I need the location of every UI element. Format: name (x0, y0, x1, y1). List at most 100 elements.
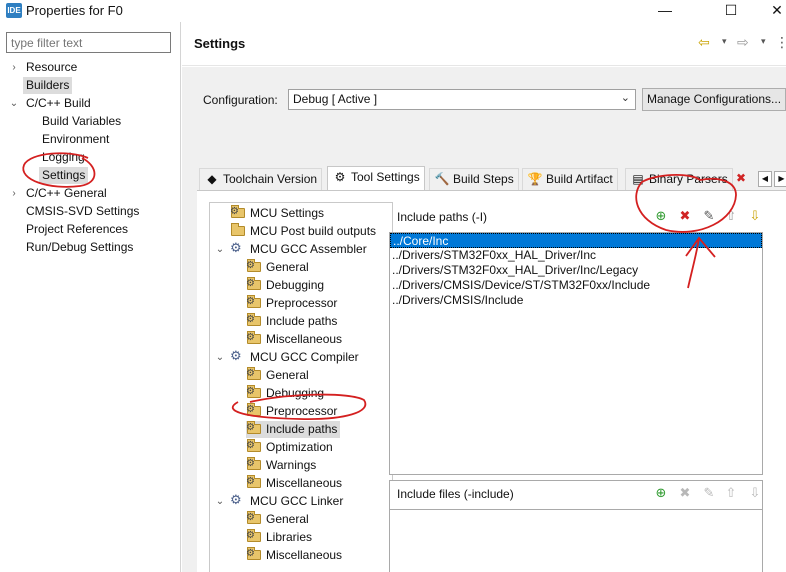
move-up-icon[interactable]: ⇧ (722, 207, 740, 225)
nav-item-settings[interactable]: Settings (39, 167, 89, 184)
trophy-icon: 🏆 (527, 172, 543, 186)
folder-gear-icon: ⚙ (246, 439, 262, 453)
include-paths-list[interactable]: ../Core/Inc ../Drivers/STM32F0xx_HAL_Dri… (389, 232, 763, 475)
tree-item-compiler-optimization[interactable]: ⚙ Optimization (246, 439, 333, 456)
tab-toolchain-version[interactable]: ◆ Toolchain Version (199, 168, 323, 190)
nav-item-cpp-build[interactable]: C/C++ Build (26, 95, 91, 112)
close-button[interactable]: ✕ (754, 0, 786, 20)
edit-icon: ✎ (703, 485, 715, 500)
add-icon[interactable]: ⊕ (652, 207, 670, 225)
expand-icon[interactable]: › (9, 185, 19, 202)
tree-item-mcu-gcc-assembler[interactable]: ⚙ MCU GCC Assembler (230, 241, 367, 258)
tab-binary-parsers[interactable]: ▤ Binary Parsers (625, 168, 733, 190)
ide-app-icon: IDE (6, 3, 22, 18)
tab-build-steps[interactable]: 🔨 Build Steps (429, 168, 519, 190)
nav-item-cmsis-svd-settings[interactable]: CMSIS-SVD Settings (26, 203, 139, 220)
tab-label: Build Steps (453, 172, 514, 186)
tree-item-compiler-debugging[interactable]: ⚙ Debugging (246, 385, 324, 402)
tab-error-icon[interactable]: ✖ (733, 168, 749, 190)
tree-item-linker-miscellaneous[interactable]: ⚙ Miscellaneous (246, 547, 342, 564)
back-dropdown-icon[interactable]: ▾ (722, 36, 727, 47)
tree-item-mcu-settings[interactable]: ⚙ MCU Settings (230, 205, 324, 222)
tree-item-assembler-general[interactable]: ⚙ General (246, 259, 309, 276)
tree-item-compiler-miscellaneous[interactable]: ⚙ Miscellaneous (246, 475, 342, 492)
tab-scroll-right-icon[interactable]: ▶ (774, 171, 786, 187)
collapse-icon[interactable]: ⌄ (215, 493, 225, 510)
tool-settings-body: ⚙ MCU Settings MCU Post build outputs ⌄ ⚙… (197, 190, 786, 572)
tab-tool-settings[interactable]: ⚙ Tool Settings (327, 166, 425, 190)
collapse-icon[interactable]: ⌄ (215, 349, 225, 366)
include-files-title: Include files (-include) (397, 487, 514, 501)
tab-label: Build Artifact (546, 172, 613, 186)
forward-arrow-icon[interactable]: ⇨ (737, 34, 749, 51)
nav-item-cpp-general[interactable]: C/C++ General (26, 185, 107, 202)
tree-item-compiler-preprocessor[interactable]: ⚙ Preprocessor (246, 403, 337, 420)
folder-gear-icon: ⚙ (246, 367, 262, 381)
folder-gear-icon: ⚙ (246, 385, 262, 399)
binary-icon: ▤ (632, 172, 644, 186)
include-path-item[interactable]: ../Drivers/CMSIS/Include (390, 293, 762, 308)
nav-item-project-references[interactable]: Project References (26, 221, 128, 238)
folder-gear-icon: ⚙ (246, 295, 262, 309)
tree-item-mcu-post-build-outputs[interactable]: MCU Post build outputs (230, 223, 376, 240)
folder-gear-icon: ⚙ (246, 547, 262, 561)
expand-icon[interactable]: › (9, 59, 19, 76)
add-icon[interactable]: ⊕ (652, 484, 670, 502)
folder-gear-icon: ⚙ (246, 331, 262, 345)
folder-gear-icon: ⚙ (246, 457, 262, 471)
tree-item-assembler-preprocessor[interactable]: ⚙ Preprocessor (246, 295, 337, 312)
delete-icon: ✖ (679, 485, 691, 500)
filter-input[interactable] (6, 32, 171, 53)
tab-scroll-left-icon[interactable]: ◀ (758, 171, 772, 187)
minimize-button[interactable]: — (642, 0, 688, 20)
nav-item-logging[interactable]: Logging (42, 149, 85, 166)
folder-gear-icon: ⚙ (246, 259, 262, 273)
tree-item-linker-libraries[interactable]: ⚙ Libraries (246, 529, 312, 546)
configuration-select[interactable]: Debug [ Active ] ⌄ (288, 89, 636, 110)
nav-item-resource[interactable]: Resource (26, 59, 77, 76)
include-path-item[interactable]: ../Drivers/STM32F0xx_HAL_Driver/Inc/Lega… (390, 263, 762, 278)
folder-gear-icon: ⚙ (246, 511, 262, 525)
folder-gear-icon: ⚙ (246, 313, 262, 327)
tab-build-artifact[interactable]: 🏆 Build Artifact (522, 168, 618, 190)
configuration-label: Configuration: (203, 93, 278, 107)
tree-item-assembler-debugging[interactable]: ⚙ Debugging (246, 277, 324, 294)
forward-dropdown-icon[interactable]: ▾ (761, 36, 766, 47)
tab-label: Tool Settings (351, 170, 420, 184)
view-menu-icon[interactable]: ⋮ (775, 34, 786, 51)
maximize-button[interactable]: ☐ (708, 0, 754, 20)
include-path-item[interactable]: ../Core/Inc (390, 233, 762, 248)
folder-gear-icon: ⚙ (246, 277, 262, 291)
nav-item-environment[interactable]: Environment (42, 131, 109, 148)
collapse-icon[interactable]: ⌄ (215, 241, 225, 258)
tree-item-linker-general[interactable]: ⚙ General (246, 511, 309, 528)
include-path-item[interactable]: ../Drivers/STM32F0xx_HAL_Driver/Inc (390, 248, 762, 263)
tree-item-mcu-gcc-compiler[interactable]: ⚙ MCU GCC Compiler (230, 349, 359, 366)
edit-icon[interactable]: ✎ (700, 207, 718, 225)
back-arrow-icon[interactable]: ⇦ (698, 34, 710, 51)
tab-label: Toolchain Version (223, 172, 318, 186)
tree-item-mcu-gcc-linker[interactable]: ⚙ MCU GCC Linker (230, 493, 343, 510)
tree-item-assembler-miscellaneous[interactable]: ⚙ Miscellaneous (246, 331, 342, 348)
toolchain-icon: ◆ (207, 172, 217, 186)
tree-item-compiler-warnings[interactable]: ⚙ Warnings (246, 457, 316, 474)
include-path-item[interactable]: ../Drivers/CMSIS/Device/ST/STM32F0xx/Inc… (390, 278, 762, 293)
nav-item-build-variables[interactable]: Build Variables (42, 113, 121, 130)
nav-item-run-debug-settings[interactable]: Run/Debug Settings (26, 239, 133, 256)
move-down-icon: ⇩ (749, 485, 761, 500)
delete-icon[interactable]: ✖ (676, 207, 694, 225)
move-down-icon[interactable]: ⇩ (746, 207, 764, 225)
tree-item-assembler-include-paths[interactable]: ⚙ Include paths (246, 313, 337, 330)
collapse-icon[interactable]: ⌄ (9, 95, 19, 112)
include-files-list[interactable] (389, 509, 763, 572)
tree-item-compiler-include-paths[interactable]: ⚙ Include paths (246, 421, 341, 438)
properties-nav-pane: › Resource Builders ⌄ C/C++ Build Build … (0, 22, 181, 572)
chevron-down-icon: ⌄ (620, 92, 630, 104)
tree-item-compiler-general[interactable]: ⚙ General (246, 367, 309, 384)
move-up-icon: ⇧ (725, 485, 737, 500)
tool-gear-icon: ⚙ (230, 348, 242, 363)
manage-configurations-button[interactable]: Manage Configurations... (642, 88, 786, 111)
nav-item-builders[interactable]: Builders (23, 77, 73, 94)
title-bar: IDE Properties for F0 — ☐ ✕ (0, 0, 786, 22)
tool-gear-icon: ⚙ (230, 492, 242, 507)
